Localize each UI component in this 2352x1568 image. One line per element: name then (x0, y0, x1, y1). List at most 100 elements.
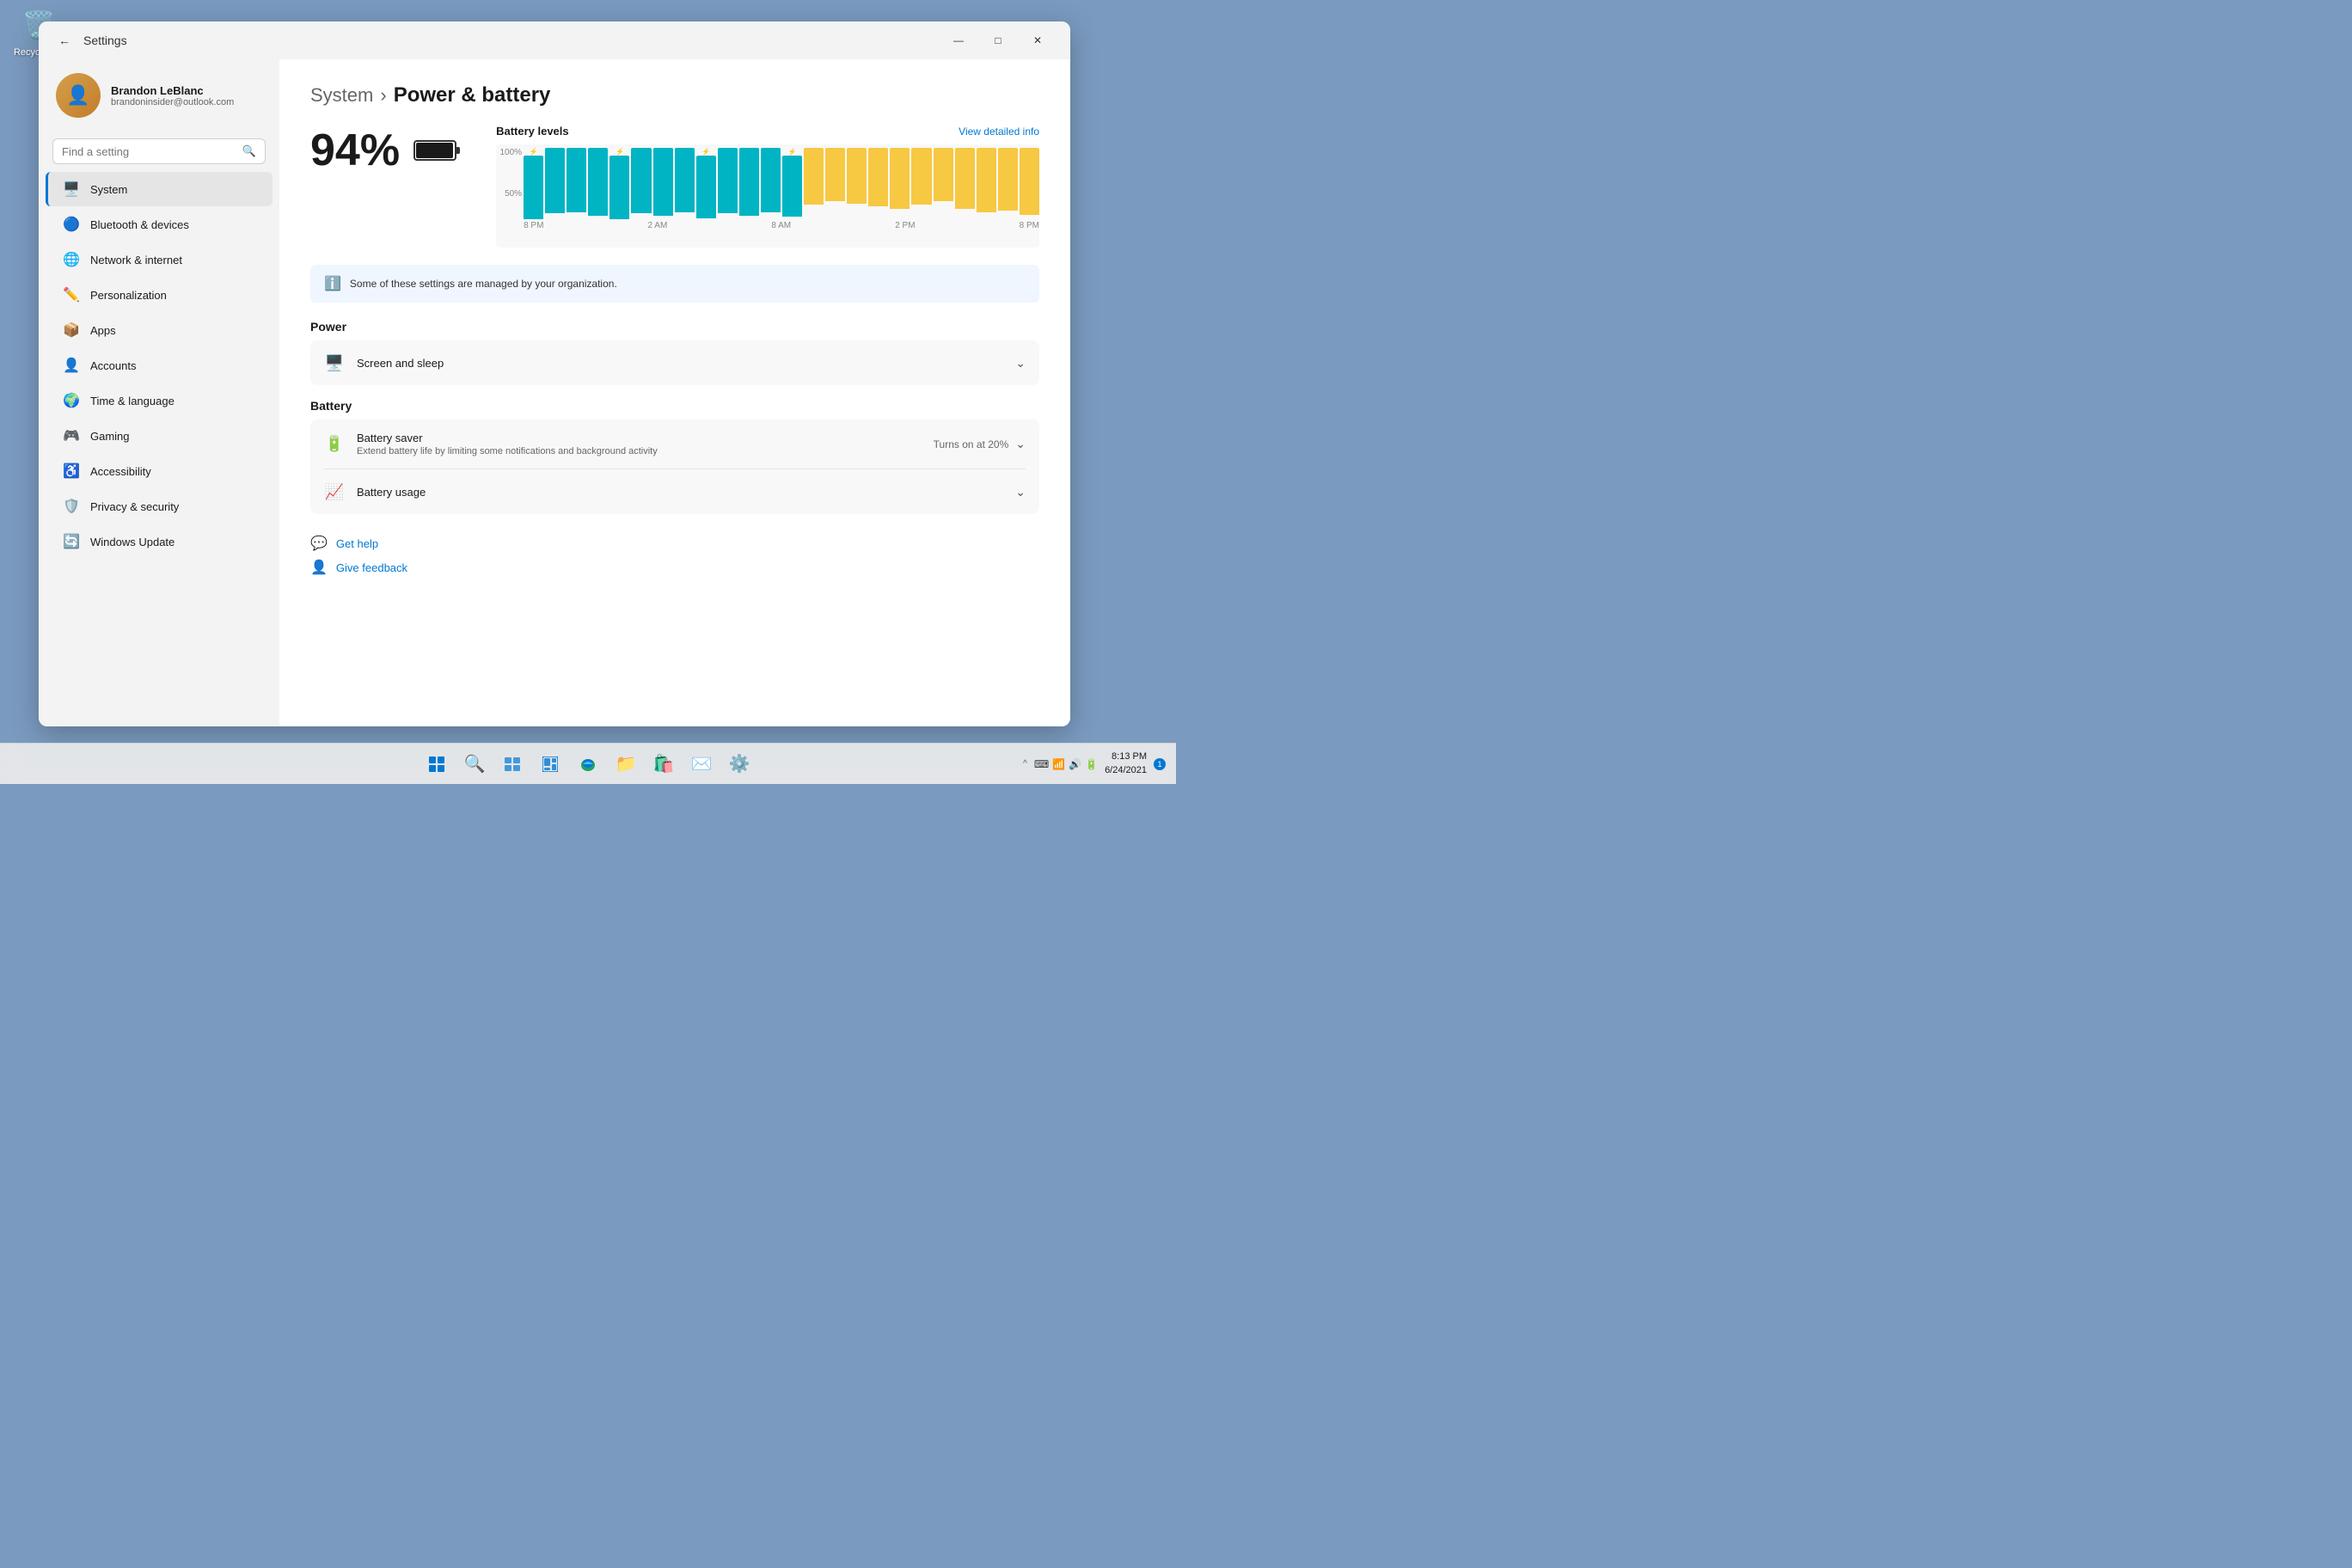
search-input[interactable] (62, 145, 242, 158)
battery-usage-text: Battery usage (357, 486, 1003, 499)
chart-y-labels: 100% 50% (496, 148, 522, 230)
sidebar-item-bluetooth[interactable]: 🔵 Bluetooth & devices (46, 207, 273, 242)
give-feedback-label: Give feedback (336, 561, 407, 574)
bluetooth-icon: 🔵 (63, 216, 80, 233)
screen-sleep-row[interactable]: 🖥️ Screen and sleep ⌄ (310, 340, 1039, 385)
taskbar-mail[interactable]: ✉️ (684, 747, 719, 781)
bar-6 (653, 148, 673, 216)
clock-time: 8:13 PM (1105, 750, 1147, 763)
give-feedback-link[interactable]: 👤 Give feedback (310, 559, 1039, 576)
tray-icons: ⌨ 📶 🔊 🔋 (1034, 758, 1098, 770)
sidebar-label-network: Network & internet (90, 254, 182, 266)
bar-group-3 (588, 148, 608, 219)
sidebar-item-apps[interactable]: 📦 Apps (46, 313, 273, 347)
battery-header-row: 94% Battery levels View detailed info (310, 125, 1039, 248)
bar-13 (804, 148, 824, 205)
sidebar-label-gaming: Gaming (90, 430, 130, 443)
battery-saver-title: Battery saver (357, 432, 922, 444)
close-button[interactable]: ✕ (1019, 27, 1057, 54)
start-button[interactable] (420, 747, 454, 781)
x-label-8am: 8 AM (771, 221, 791, 230)
bar-12 (782, 156, 802, 217)
view-detailed-link[interactable]: View detailed info (959, 126, 1039, 138)
get-help-label: Get help (336, 537, 378, 550)
bar-group-14 (825, 148, 845, 219)
bar-20 (955, 148, 975, 209)
sidebar-label-accounts: Accounts (90, 359, 136, 372)
window-controls: — □ ✕ (940, 27, 1057, 54)
privacy-icon: 🛡️ (63, 498, 80, 515)
show-hidden-icons[interactable]: ^ (1023, 759, 1027, 769)
windows-icon (429, 756, 444, 772)
bar-group-10 (739, 148, 759, 219)
taskbar-task-view[interactable] (495, 747, 530, 781)
battery-saver-chevron: ⌄ (1015, 437, 1026, 451)
chart-header: Battery levels View detailed info (496, 125, 1039, 138)
sidebar-item-accessibility[interactable]: ♿ Accessibility (46, 454, 273, 488)
desktop: 🗑️ Recycle Bin ← Settings — □ ✕ 👤 Brando (0, 0, 1176, 784)
chart-container: 100% 50% ⚡⚡⚡⚡ 8 PM 2 AM 8 AM (496, 144, 1039, 248)
system-icon: 🖥️ (63, 181, 80, 198)
breadcrumb-current: Power & battery (394, 83, 551, 107)
sidebar-item-personalization[interactable]: ✏️ Personalization (46, 278, 273, 312)
user-profile[interactable]: 👤 Brandon LeBlanc brandoninsider@outlook… (39, 59, 279, 132)
battery-saver-icon: 🔋 (324, 434, 345, 455)
bar-group-7 (675, 148, 695, 219)
battery-saver-row[interactable]: 🔋 Battery saver Extend battery life by l… (310, 420, 1039, 469)
network-icon: 🌐 (63, 251, 80, 268)
get-help-icon: 💬 (310, 535, 328, 552)
taskbar-search[interactable]: 🔍 (457, 747, 492, 781)
get-help-link[interactable]: 💬 Get help (310, 535, 1039, 552)
battery-percentage-display: 94% (310, 125, 462, 176)
notification-badge[interactable]: 1 (1154, 758, 1166, 770)
clock[interactable]: 8:13 PM 6/24/2021 (1105, 750, 1147, 777)
battery-settings-section: Battery 🔋 Battery saver Extend battery l… (310, 399, 1039, 514)
main-layout: 👤 Brandon LeBlanc brandoninsider@outlook… (39, 59, 1070, 726)
sidebar-item-system[interactable]: 🖥️ System (46, 172, 273, 206)
bar-4 (609, 156, 629, 219)
sidebar-label-apps: Apps (90, 324, 116, 337)
sidebar-item-accounts[interactable]: 👤 Accounts (46, 348, 273, 383)
search-box[interactable]: 🔍 (52, 138, 266, 164)
sidebar-item-privacy[interactable]: 🛡️ Privacy & security (46, 489, 273, 524)
taskbar-widgets[interactable] (533, 747, 567, 781)
avatar: 👤 (56, 73, 101, 118)
bar-0 (524, 156, 543, 219)
gaming-icon: 🎮 (63, 427, 80, 444)
give-feedback-icon: 👤 (310, 559, 328, 576)
taskbar-right: ^ ⌨ 📶 🔊 🔋 8:13 PM 6/24/2021 1 (1023, 750, 1166, 777)
back-button[interactable]: ← (52, 28, 77, 52)
bar-7 (675, 148, 695, 212)
maximize-button[interactable]: □ (979, 27, 1017, 54)
bar-group-21 (977, 148, 996, 219)
sidebar-item-network[interactable]: 🌐 Network & internet (46, 242, 273, 277)
taskbar-edge[interactable] (571, 747, 605, 781)
bar-8 (696, 156, 716, 218)
sidebar-label-privacy: Privacy & security (90, 500, 179, 513)
sidebar-item-time[interactable]: 🌍 Time & language (46, 383, 273, 418)
battery-usage-row[interactable]: 📈 Battery usage ⌄ (310, 469, 1039, 514)
bar-17 (890, 148, 910, 209)
sidebar-label-personalization: Personalization (90, 289, 167, 302)
battery-usage-title: Battery usage (357, 486, 1003, 499)
taskbar-settings[interactable]: ⚙️ (722, 747, 756, 781)
screen-sleep-right: ⌄ (1015, 356, 1026, 371)
bar-23 (1020, 148, 1039, 215)
bar-14 (825, 148, 845, 201)
screen-sleep-title: Screen and sleep (357, 357, 1003, 370)
taskbar-center: 🔍 (420, 747, 756, 781)
taskbar-store[interactable]: 🛍️ (646, 747, 681, 781)
bar-group-13 (804, 148, 824, 219)
bar-group-19 (934, 148, 953, 219)
chart-bars-area: ⚡⚡⚡⚡ (524, 148, 1039, 219)
sidebar-item-gaming[interactable]: 🎮 Gaming (46, 419, 273, 453)
taskbar-explorer[interactable]: 📁 (609, 747, 643, 781)
sidebar-item-update[interactable]: 🔄 Windows Update (46, 524, 273, 559)
battery-saver-text: Battery saver Extend battery life by lim… (357, 432, 922, 456)
info-banner: ℹ️ Some of these settings are managed by… (310, 265, 1039, 303)
minimize-button[interactable]: — (940, 27, 977, 54)
volume-icon: 🔊 (1069, 758, 1081, 770)
battery-saver-status: Turns on at 20% (934, 438, 1009, 450)
info-icon: ℹ️ (324, 275, 341, 292)
title-bar: ← Settings — □ ✕ (39, 21, 1070, 59)
